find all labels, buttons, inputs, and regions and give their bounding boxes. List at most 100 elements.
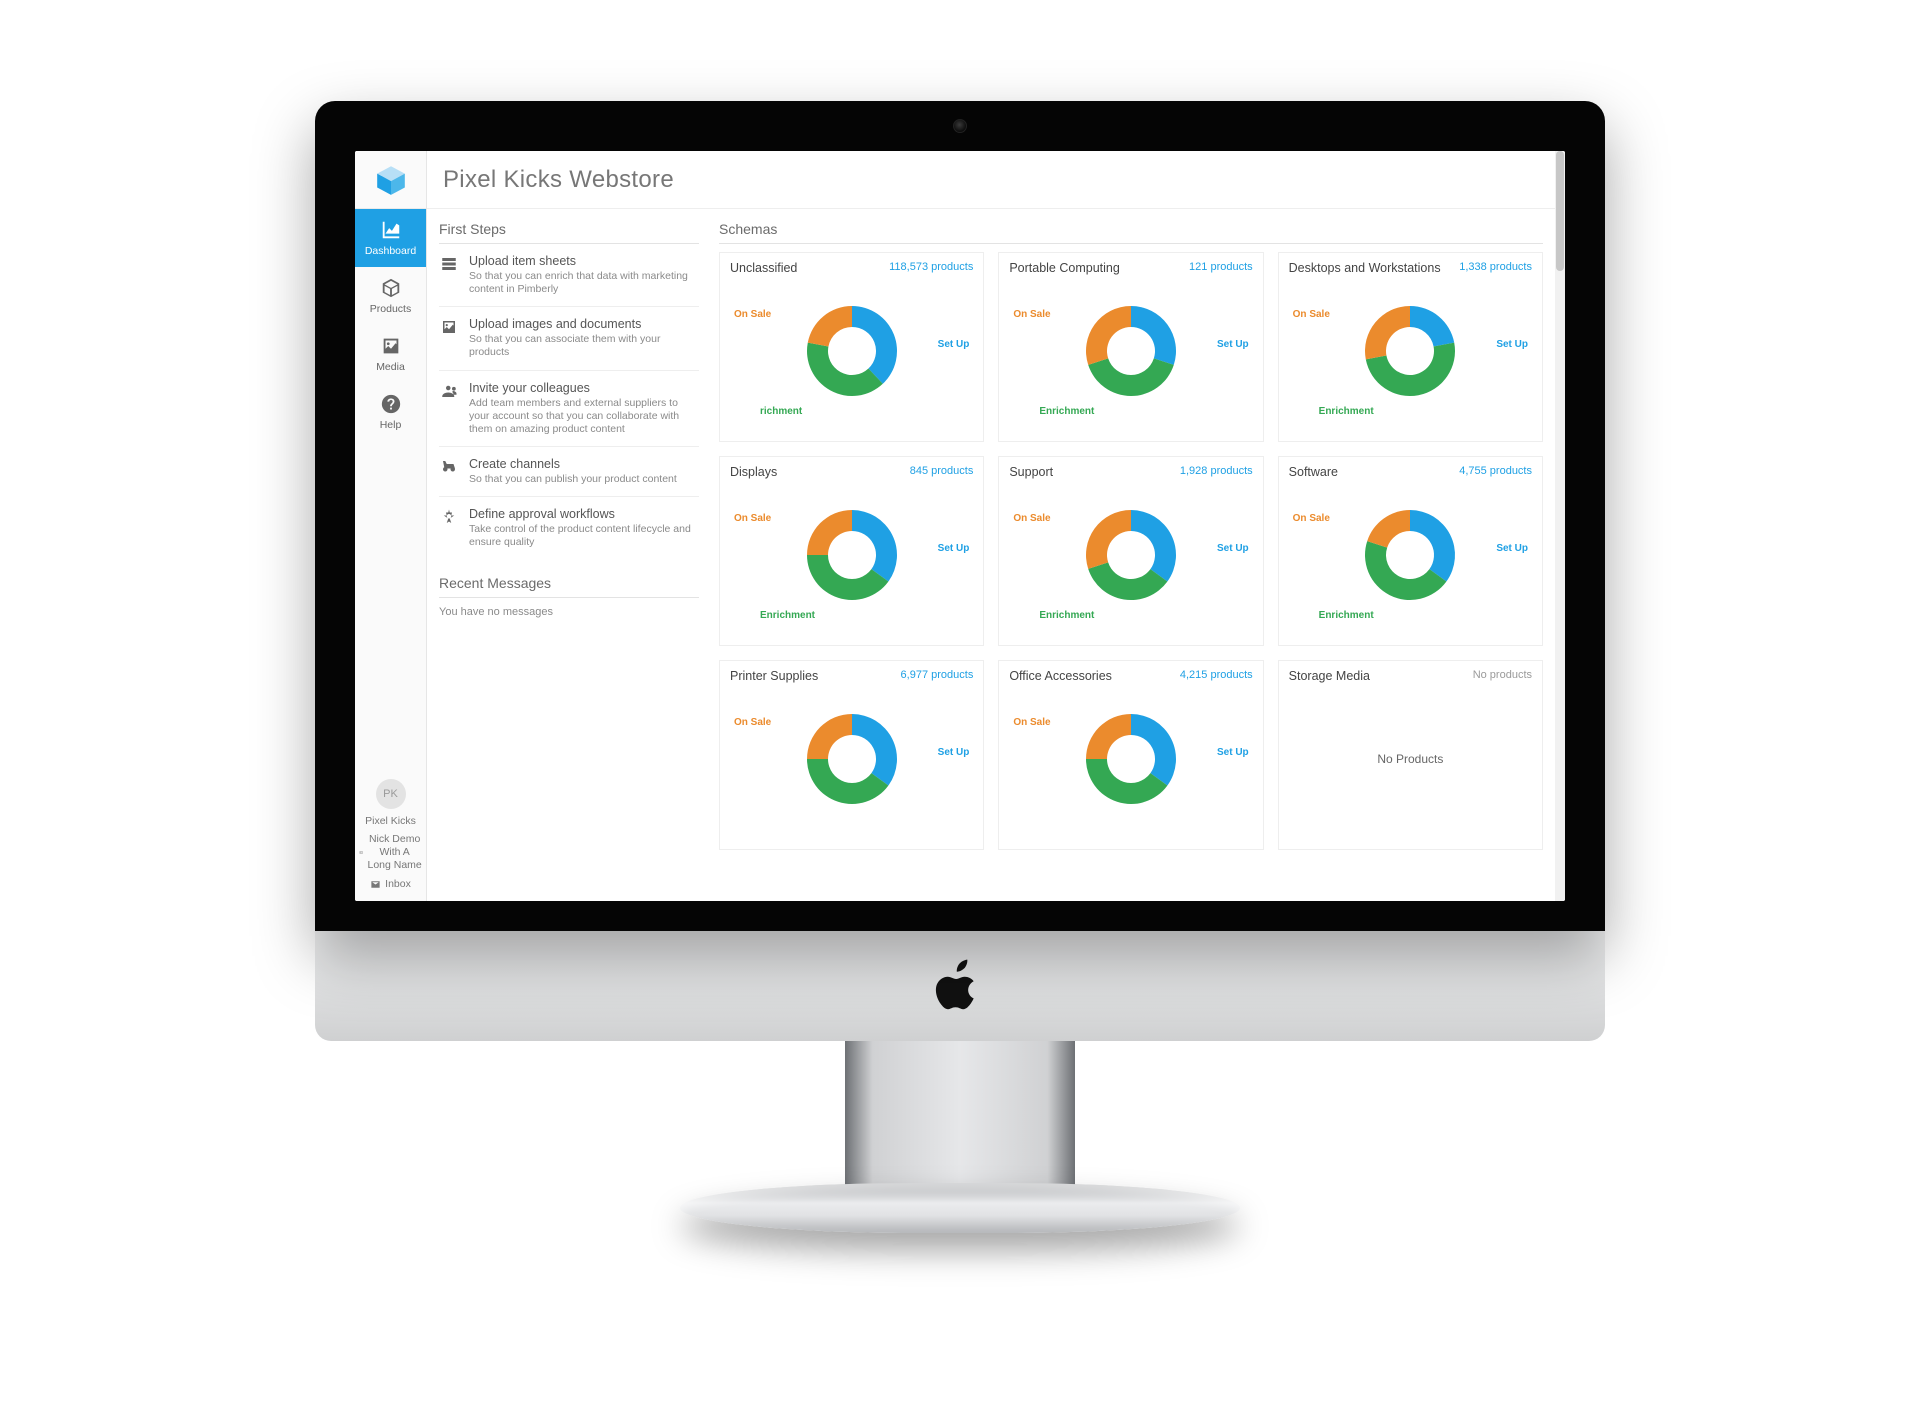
card-head: Software 4,755 products <box>1289 465 1532 479</box>
avatar[interactable]: PK <box>376 779 406 809</box>
sidebar-item-label: Dashboard <box>365 245 416 257</box>
camera-icon <box>953 119 967 133</box>
legend-setup: Set Up <box>1496 339 1528 350</box>
schema-title: Unclassified <box>730 261 797 275</box>
donut-chart <box>797 704 907 814</box>
schema-sub: 121 products <box>1189 261 1253 273</box>
app-root: Dashboard Products Media Help <box>355 151 1565 901</box>
step-title: Upload item sheets <box>469 254 699 268</box>
legend-onsale: On Sale <box>734 513 771 524</box>
image-icon <box>380 335 402 357</box>
content: First Steps Upload item sheetsSo that yo… <box>427 209 1565 901</box>
step-desc: So that you can associate them with your… <box>469 333 699 359</box>
schema-title: Storage Media <box>1289 669 1370 683</box>
card-head: Storage Media No products <box>1289 669 1532 683</box>
monitor-bezel: Dashboard Products Media Help <box>315 101 1605 931</box>
step-desc: Take control of the product content life… <box>469 523 699 549</box>
envelope-icon <box>370 879 381 890</box>
donut-wrap: On SaleSet UpEnrichment <box>730 485 973 625</box>
first-step-item[interactable]: Upload item sheets So that you can enrich… <box>439 244 699 307</box>
legend-enrichment: Enrichment <box>760 610 815 621</box>
profile-name: Pixel Kicks <box>365 815 416 827</box>
sidebar-spacer <box>355 441 426 771</box>
sidebar-item-products[interactable]: Products <box>355 267 426 325</box>
donut-wrap: On Sale Set Up Enrichment <box>1009 281 1252 421</box>
scrollbar-thumb[interactable] <box>1556 151 1564 271</box>
schema-sub: 6,977 products <box>901 669 974 681</box>
apple-logo-icon <box>933 954 987 1018</box>
donut-chart <box>797 500 907 610</box>
schema-card[interactable]: Displays845 productsOn SaleSet UpEnrichm… <box>719 456 984 646</box>
schema-sub: 4,755 products <box>1459 465 1532 477</box>
chart-area-icon <box>380 219 402 241</box>
step-icon <box>439 507 459 527</box>
sidebar-item-help[interactable]: Help <box>355 383 426 441</box>
sidebar-item-media[interactable]: Media <box>355 325 426 383</box>
legend-enrichment: Enrichment <box>1319 610 1374 621</box>
step-title: Create channels <box>469 457 677 471</box>
schema-card[interactable]: Printer Supplies6,977 productsOn SaleSet… <box>719 660 984 850</box>
donut-wrap: On SaleSet UpEnrichment <box>1009 485 1252 625</box>
legend-enrichment: Enrichment <box>1039 406 1094 417</box>
profile-inbox-link[interactable]: Inbox <box>370 878 411 891</box>
first-step-item[interactable]: Upload images and documents So that you c… <box>439 307 699 370</box>
legend-enrichment: Enrichment <box>1039 610 1094 621</box>
schema-card[interactable]: Office Accessories 4,215 products On SaleS… <box>998 660 1263 850</box>
schema-title: Desktops and Workstations <box>1289 261 1441 275</box>
id-card-icon <box>359 847 363 858</box>
schema-sub: 1,928 products <box>1180 465 1253 477</box>
step-desc: So that you can publish your product con… <box>469 473 677 486</box>
card-head: Desktops and Workstations1,338 products <box>1289 261 1532 275</box>
schema-title: Office Accessories <box>1009 669 1112 683</box>
profile-user-link[interactable]: Nick Demo With A Long Name <box>359 833 422 872</box>
schema-sub: 845 products <box>910 465 974 477</box>
sidebar-item-dashboard[interactable]: Dashboard <box>355 209 426 267</box>
first-step-item[interactable]: Invite your colleagues Add team members a… <box>439 371 699 447</box>
schemas-section: Schemas Unclassified118,573 productsOn S… <box>719 221 1543 901</box>
schema-title: Portable Computing <box>1009 261 1119 275</box>
first-step-item[interactable]: Define approval workflowsTake control of… <box>439 497 699 559</box>
page-title: Pixel Kicks Webstore <box>443 166 674 194</box>
legend-setup: Set Up <box>1217 339 1249 350</box>
step-icon <box>439 381 459 401</box>
legend-onsale: On Sale <box>1013 513 1050 524</box>
card-head: Support1,928 products <box>1009 465 1252 479</box>
step-title: Invite your colleagues <box>469 381 699 395</box>
schemas-grid: Unclassified118,573 productsOn SaleSet U… <box>719 252 1543 850</box>
schema-sub: No products <box>1473 669 1532 681</box>
imac-frame: Dashboard Products Media Help <box>315 101 1605 1301</box>
step-icon <box>439 254 459 274</box>
schema-card[interactable]: Portable Computing 121 products On Sale Set… <box>998 252 1263 442</box>
donut-wrap: On SaleSet UpEnrichment <box>1289 281 1532 421</box>
sidebar-item-label: Products <box>370 303 411 315</box>
profile-user-label: Nick Demo With A Long Name <box>367 833 422 872</box>
step-title: Upload images and documents <box>469 317 699 331</box>
donut-wrap: On SaleSet UpEnrichment <box>1289 485 1532 625</box>
donut-wrap: On SaleSet Up <box>1009 689 1252 829</box>
schema-card[interactable]: Support1,928 products On SaleSet UpEnrich… <box>998 456 1263 646</box>
help-icon <box>380 393 402 415</box>
schema-card[interactable]: Desktops and Workstations1,338 products O… <box>1278 252 1543 442</box>
legend-onsale: On Sale <box>1013 309 1050 320</box>
legend-setup: Set Up <box>1496 543 1528 554</box>
schemas-heading: Schemas <box>719 221 1543 244</box>
sidebar-item-label: Media <box>376 361 405 373</box>
schema-card[interactable]: Unclassified118,573 productsOn SaleSet U… <box>719 252 984 442</box>
schema-card[interactable]: Software4,755 productsOn SaleSet UpEnric… <box>1278 456 1543 646</box>
first-step-item[interactable]: Create channels So that you can publish y… <box>439 447 699 497</box>
recent-messages-empty: You have no messages <box>439 598 699 618</box>
brand-logo[interactable] <box>355 151 426 209</box>
legend-onsale: On Sale <box>1293 309 1330 320</box>
schema-title: Printer Supplies <box>730 669 818 683</box>
schema-card[interactable]: Storage MediaNo productsNo Products <box>1278 660 1543 850</box>
step-desc: So that you can enrich that data with ma… <box>469 270 699 296</box>
recent-messages-heading: Recent Messages <box>439 575 699 598</box>
schema-title: Software <box>1289 465 1338 479</box>
schema-sub: 4,215 products <box>1180 669 1253 681</box>
scrollbar[interactable] <box>1555 151 1565 901</box>
step-desc: Add team members and external suppliers … <box>469 397 699 436</box>
legend-setup: Set Up <box>938 339 970 350</box>
recent-messages-section: Recent Messages You have no messages <box>439 575 699 618</box>
sidebar-nav: Dashboard Products Media Help <box>355 209 426 441</box>
profile-block: PK Pixel Kicks Nick Demo With A Long Nam… <box>355 771 426 902</box>
